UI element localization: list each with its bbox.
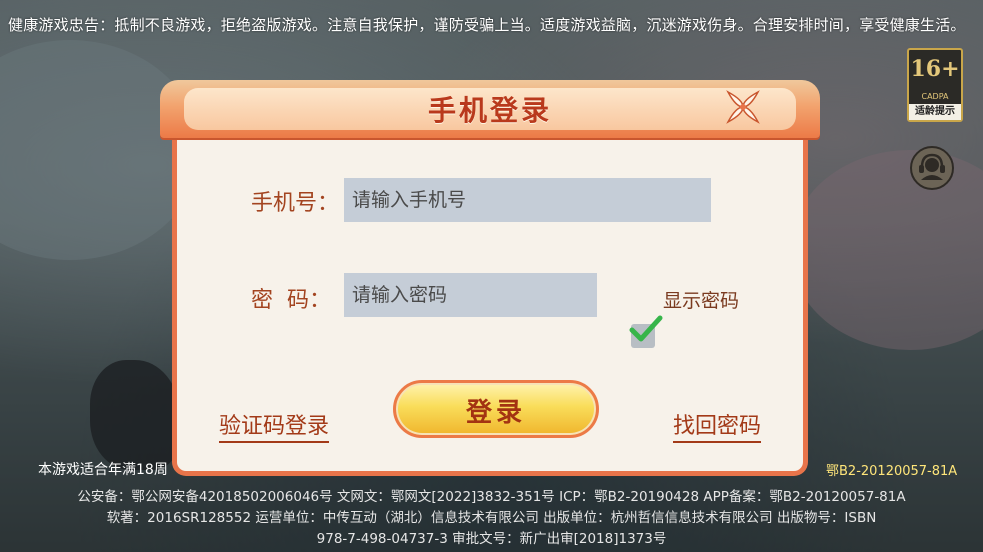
headset-icon: [919, 153, 945, 180]
health-notice: 健康游戏忠告：抵制不良游戏，拒绝盗版游戏。注意自我保护，谨防受骗上当。适度游戏益…: [8, 16, 966, 34]
checkmark-icon: [629, 315, 663, 342]
icp-right: 鄂B2-20120057-81A: [826, 464, 958, 479]
phone-label: 手机号：: [251, 191, 340, 216]
show-password-label[interactable]: 显示密码: [663, 286, 739, 313]
show-password-checkbox[interactable]: [629, 315, 663, 348]
footer-license-line-3: 978-7-498-04737-3 审批文号：新广出审[2018]1373号: [316, 531, 667, 547]
login-button-label: 登录: [465, 398, 526, 428]
customer-support-button[interactable]: [910, 146, 954, 190]
age-rating: 16+: [910, 56, 960, 82]
dialog-header: 手机登录: [160, 80, 820, 138]
recover-password-link[interactable]: 找回密码: [673, 408, 762, 443]
password-input[interactable]: [344, 273, 597, 317]
dialog-body: 手机号： 密 码： 显示密码 验证码登录 登录 找回密码: [172, 128, 808, 476]
password-label: 密 码：: [251, 288, 331, 313]
sms-code-login-link[interactable]: 验证码登录: [219, 408, 330, 443]
age-rating-badge[interactable]: 16+ CADPA 适龄提示: [907, 48, 963, 122]
login-button[interactable]: 登录: [393, 380, 599, 438]
phone-login-dialog: 手机号： 密 码： 显示密码 验证码登录 登录 找回密码 手机登录: [160, 80, 820, 480]
age-rating-org: CADPA: [921, 92, 949, 101]
close-button[interactable]: [722, 86, 764, 128]
dialog-title: 手机登录: [427, 94, 552, 127]
close-icon: [726, 90, 760, 124]
age-note: 本游戏适合年满18周: [38, 462, 168, 478]
footer-license-line-1: 公安备：鄂公网安备42018502006046号 文网文：鄂网文[2022]38…: [77, 489, 906, 505]
age-rating-caption: 适龄提示: [909, 104, 961, 120]
footer-license-line-2: 软著：2016SR128552 运营单位：中传互动（湖北）信息技术有限公司 出版…: [106, 510, 877, 526]
phone-input[interactable]: [344, 178, 711, 222]
